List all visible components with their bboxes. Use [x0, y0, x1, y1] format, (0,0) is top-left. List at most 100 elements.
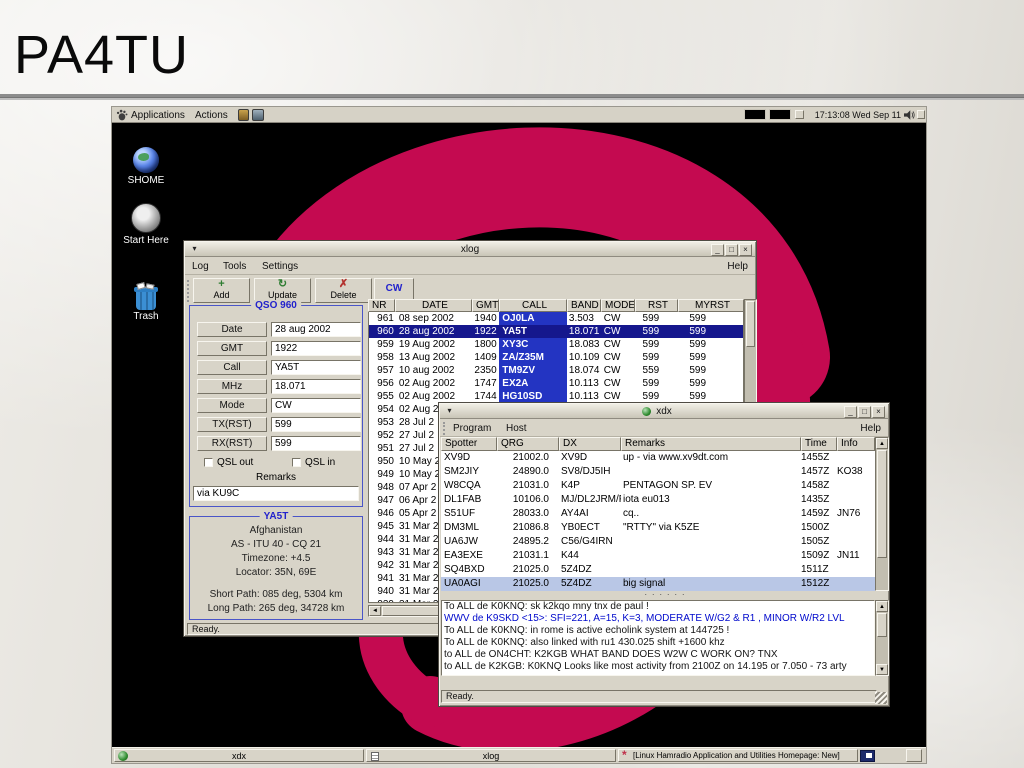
- desktop-icon-start-here[interactable]: Start Here: [116, 203, 176, 246]
- date-button[interactable]: Date: [197, 322, 267, 337]
- qso-row[interactable]: 95602 Aug 20021747EX2A10.113CW599599: [369, 377, 743, 390]
- menu-help[interactable]: Help: [860, 420, 881, 437]
- gnome-foot-icon[interactable]: [116, 109, 128, 121]
- column-header-nr[interactable]: NR: [368, 299, 395, 312]
- gmt-button[interactable]: GMT: [197, 341, 267, 356]
- qsl-in-checkbox[interactable]: [292, 458, 301, 467]
- scroll-down-icon[interactable]: ▼: [876, 664, 888, 675]
- mhz-input[interactable]: 18.071: [271, 379, 361, 394]
- minimize-button[interactable]: _: [844, 406, 857, 418]
- column-header-rst[interactable]: RST: [635, 299, 678, 312]
- maximize-button[interactable]: □: [858, 406, 871, 418]
- qso-row[interactable]: 95710 aug 20022350TM9ZV18.074CW559599: [369, 364, 743, 377]
- date-input[interactable]: 28 aug 2002: [271, 322, 361, 337]
- panel-launcher-icon-1[interactable]: [238, 109, 249, 121]
- column-header-mode[interactable]: MODE: [601, 299, 635, 312]
- spot-row[interactable]: EA3EXE21031.1K441509ZJN11: [441, 549, 875, 563]
- tx-rst-button[interactable]: TX(RST): [197, 417, 267, 432]
- column-header-date[interactable]: DATE: [395, 299, 472, 312]
- qsl-out-checkbox[interactable]: [204, 458, 213, 467]
- add-button[interactable]: + Add: [193, 278, 250, 303]
- column-header-info[interactable]: Info: [837, 437, 875, 451]
- column-header-dx[interactable]: DX: [559, 437, 621, 451]
- show-desktop-icon[interactable]: [860, 750, 875, 762]
- column-header-gmt[interactable]: GMT: [472, 299, 499, 312]
- menu-settings[interactable]: Settings: [262, 258, 298, 275]
- speaker-icon[interactable]: [904, 110, 915, 120]
- mhz-button[interactable]: MHz: [197, 379, 267, 394]
- window-resize-grip[interactable]: [875, 692, 887, 704]
- qso-row-selected[interactable]: 96028 aug 20021922YA5T18.071CW599599: [369, 325, 743, 338]
- maximize-button[interactable]: □: [725, 244, 738, 256]
- spot-row[interactable]: SM2JIY24890.0SV8/DJ5IH1457ZKO38: [441, 465, 875, 479]
- cell-myrst: 599: [677, 377, 743, 390]
- trash-icon: [134, 283, 158, 310]
- cell-nr: 961: [369, 312, 396, 325]
- xlog-titlebar[interactable]: ▾ xlog _ □ ×: [185, 242, 755, 257]
- qso-row[interactable]: 95919 Aug 20021800XY3C18.083CW599599: [369, 338, 743, 351]
- menu-actions[interactable]: Actions: [195, 107, 228, 124]
- desktop-icon-trash[interactable]: Trash: [116, 283, 176, 322]
- spot-row[interactable]: S51UF28033.0AY4AIcq..1459ZJN76: [441, 507, 875, 521]
- announcements-vscrollbar[interactable]: ▲ ▼: [875, 600, 889, 676]
- column-header-time[interactable]: Time: [801, 437, 837, 451]
- menu-applications[interactable]: Applications: [131, 107, 185, 124]
- tab-cw[interactable]: CW: [374, 278, 414, 299]
- scrollbar-thumb[interactable]: [877, 450, 887, 558]
- remarks-input[interactable]: via KU9C: [193, 486, 359, 501]
- tx-rst-input[interactable]: 599: [271, 417, 361, 432]
- panel-launcher-icon-2[interactable]: [252, 109, 264, 121]
- taskbar-item-browser[interactable]: * [Linux Hamradio Application and Utilit…: [618, 749, 858, 762]
- spot-table-body: XV9D21002.0XV9Dup - via www.xv9dt.com145…: [441, 451, 875, 591]
- spot-row[interactable]: DL1FAB10106.0MJ/DL2JRM/Piota eu0131435Z: [441, 493, 875, 507]
- spot-row[interactable]: DM3ML21086.8YB0ECT"RTTY" via K5ZE1500Z: [441, 521, 875, 535]
- close-button[interactable]: ×: [739, 244, 752, 256]
- spot-list-vscrollbar[interactable]: ▲: [875, 437, 889, 591]
- menu-help[interactable]: Help: [727, 258, 748, 275]
- announcements-textarea[interactable]: To ALL de K0KNQ: sk k2kqo mny tnx de pau…: [441, 600, 875, 676]
- column-header-band[interactable]: BAND: [567, 299, 601, 312]
- scrollbar-thumb[interactable]: [746, 301, 755, 347]
- call-button[interactable]: Call: [197, 360, 267, 375]
- qso-row[interactable]: 95813 Aug 20021409ZA/Z35M10.109CW599599: [369, 351, 743, 364]
- column-header-spotter[interactable]: Spotter: [441, 437, 497, 451]
- mode-button[interactable]: Mode: [197, 398, 267, 413]
- xdx-titlebar[interactable]: ▾ xdx _ □ ×: [440, 404, 888, 419]
- menu-program[interactable]: Program: [453, 420, 491, 437]
- scroll-left-icon[interactable]: ◄: [369, 606, 381, 616]
- mode-input[interactable]: CW: [271, 398, 361, 413]
- rx-rst-input[interactable]: 599: [271, 436, 361, 451]
- panel-applet-icon[interactable]: [917, 110, 925, 119]
- scrollbar-thumb[interactable]: [877, 613, 887, 637]
- scroll-up-icon[interactable]: ▲: [876, 438, 888, 449]
- spot-row[interactable]: UA6JW24895.2C56/G4IRN1505Z: [441, 535, 875, 549]
- taskbar-item-xlog[interactable]: xlog: [366, 749, 616, 762]
- spot-row[interactable]: SQ4BXD21025.05Z4DZ1511Z: [441, 563, 875, 577]
- desktop-icon-home[interactable]: SHOME: [116, 147, 176, 186]
- minimize-button[interactable]: _: [711, 244, 724, 256]
- pane-resize-handle[interactable]: · · · · · ·: [439, 590, 891, 599]
- call-input[interactable]: YA5T: [271, 360, 361, 375]
- gmt-input[interactable]: 1922: [271, 341, 361, 356]
- close-button[interactable]: ×: [872, 406, 885, 418]
- menu-log[interactable]: Log: [192, 258, 209, 275]
- cell-date: 28 aug 2002: [396, 325, 473, 338]
- taskbar-hide-button[interactable]: [906, 749, 922, 762]
- taskbar-item-xdx[interactable]: xdx: [114, 749, 364, 762]
- menu-tools[interactable]: Tools: [223, 258, 246, 275]
- rx-rst-button[interactable]: RX(RST): [197, 436, 267, 451]
- workspace-cell-2[interactable]: [769, 109, 791, 120]
- cell-date: 19 Aug 2002: [396, 338, 473, 351]
- pager-mini-button[interactable]: [795, 110, 804, 119]
- qso-row[interactable]: 96108 sep 20021940OJ0LA3.503CW599599: [369, 312, 743, 325]
- column-header-remarks[interactable]: Remarks: [621, 437, 801, 451]
- scroll-up-icon[interactable]: ▲: [876, 601, 888, 612]
- column-header-call[interactable]: CALL: [499, 299, 567, 312]
- column-header-qrg[interactable]: QRG: [497, 437, 559, 451]
- spot-row[interactable]: W8CQA21031.0K4PPENTAGON SP. EV1458Z: [441, 479, 875, 493]
- column-header-myrst[interactable]: MYRST: [678, 299, 744, 312]
- workspace-cell-1[interactable]: [744, 109, 766, 120]
- delete-button[interactable]: ✗ Delete: [315, 278, 372, 303]
- spot-row[interactable]: XV9D21002.0XV9Dup - via www.xv9dt.com145…: [441, 451, 875, 465]
- menu-host[interactable]: Host: [506, 420, 527, 437]
